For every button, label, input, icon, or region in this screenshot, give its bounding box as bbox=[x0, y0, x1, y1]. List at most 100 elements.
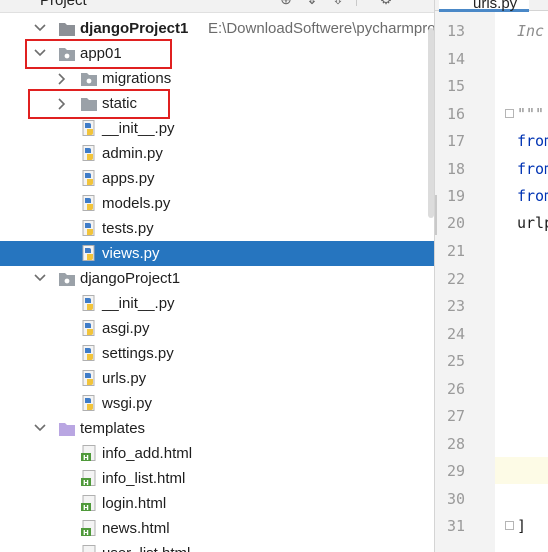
code-line: Inc bbox=[517, 22, 545, 40]
tree-row-file[interactable]: __init__.py bbox=[0, 291, 434, 316]
header-separator bbox=[356, 0, 357, 6]
line-number: 20 bbox=[446, 214, 465, 232]
tree-row-file[interactable]: urls.py bbox=[0, 366, 434, 391]
tree-row-file[interactable]: H user_list.html bbox=[0, 541, 434, 552]
line-number: 19 bbox=[446, 187, 465, 205]
tree-row-file[interactable]: asgi.py bbox=[0, 316, 434, 341]
tree-label: urls.py bbox=[102, 370, 147, 387]
tree-label: tests.py bbox=[102, 220, 154, 237]
project-path: E:\DownloadSoftwere\pycharmpro bbox=[208, 20, 434, 37]
line-number: 14 bbox=[446, 50, 465, 68]
tree-row-file[interactable]: admin.py bbox=[0, 141, 434, 166]
line-number: 28 bbox=[446, 435, 465, 453]
python-file-icon bbox=[80, 245, 98, 262]
python-file-icon bbox=[80, 120, 98, 137]
code-line: from bbox=[517, 160, 548, 178]
editor-scrollbar[interactable] bbox=[435, 195, 437, 235]
panel-title[interactable]: Project bbox=[40, 0, 87, 9]
python-file-icon bbox=[80, 295, 98, 312]
tree-row-file[interactable]: models.py bbox=[0, 191, 434, 216]
svg-text:H: H bbox=[83, 454, 89, 462]
tree-label: asgi.py bbox=[102, 320, 150, 337]
line-number: 31 bbox=[446, 517, 465, 535]
tree-label: admin.py bbox=[102, 145, 163, 162]
tree-row-file[interactable]: __init__.py bbox=[0, 116, 434, 141]
tree-label: info_add.html bbox=[102, 445, 193, 462]
line-number: 24 bbox=[446, 325, 465, 343]
project-panel: Project ⊕ ⇕ ⇳ ⚙ djangoProject1 E:\Downlo… bbox=[0, 0, 434, 552]
line-number: 18 bbox=[446, 160, 465, 178]
tree-label: views.py bbox=[102, 245, 160, 262]
line-number: 30 bbox=[446, 490, 465, 508]
tree-row-templates[interactable]: templates bbox=[0, 416, 434, 441]
tree-label: templates bbox=[80, 420, 146, 437]
svg-text:H: H bbox=[83, 504, 89, 512]
python-file-icon bbox=[80, 145, 98, 162]
tree-row-file[interactable]: tests.py bbox=[0, 216, 434, 241]
expand-icon[interactable]: ⇳ bbox=[330, 0, 346, 7]
tree-row-djangoproject1-package[interactable]: djangoProject1 bbox=[0, 266, 434, 291]
tree-row-migrations[interactable]: migrations bbox=[0, 66, 434, 91]
tree-label: __init__.py bbox=[102, 120, 175, 137]
tree-row-file[interactable]: apps.py bbox=[0, 166, 434, 191]
gear-icon[interactable]: ⚙ bbox=[378, 0, 394, 7]
python-file-icon bbox=[80, 170, 98, 187]
chevron-right-icon[interactable] bbox=[56, 66, 70, 91]
line-number: 16 bbox=[446, 105, 465, 123]
fold-marker-icon[interactable] bbox=[505, 109, 514, 118]
locate-icon[interactable]: ⊕ bbox=[278, 0, 294, 7]
highlight-box-app01 bbox=[25, 39, 172, 69]
chevron-down-icon[interactable] bbox=[33, 416, 47, 441]
editor-tab-label: urls.py bbox=[473, 0, 518, 12]
line-number: 25 bbox=[446, 352, 465, 370]
line-number: 27 bbox=[446, 407, 465, 425]
project-panel-header: Project ⊕ ⇕ ⇳ ⚙ bbox=[0, 0, 434, 13]
line-number: 17 bbox=[446, 132, 465, 150]
tree-row-file[interactable]: wsgi.py bbox=[0, 391, 434, 416]
html-file-icon: H bbox=[80, 520, 98, 537]
tree-row-file[interactable]: settings.py bbox=[0, 341, 434, 366]
collapse-all-icon[interactable]: ⇕ bbox=[304, 0, 320, 7]
tree-label: __init__.py bbox=[102, 295, 175, 312]
html-file-icon: H bbox=[80, 545, 98, 552]
line-number: 15 bbox=[446, 77, 465, 95]
tree-label: migrations bbox=[102, 70, 172, 87]
python-file-icon bbox=[80, 395, 98, 412]
html-file-icon: H bbox=[80, 495, 98, 512]
tree-label: djangoProject1 bbox=[80, 20, 189, 37]
tree-row-file[interactable]: H info_list.html bbox=[0, 466, 434, 491]
chevron-down-icon[interactable] bbox=[33, 16, 47, 41]
code-line: from bbox=[517, 132, 548, 150]
tree-row-file[interactable]: H info_add.html bbox=[0, 441, 434, 466]
code-editor[interactable]: urls.py 13 14 15 16 17 18 19 20 21 22 23… bbox=[434, 0, 548, 552]
editor-tab-urls[interactable]: urls.py bbox=[439, 0, 529, 12]
code-line: """ bbox=[517, 105, 545, 123]
html-file-icon: H bbox=[80, 470, 98, 487]
editor-tab-bar: urls.py bbox=[435, 0, 548, 12]
code-line: from bbox=[517, 187, 548, 205]
tree-label: user_list.html bbox=[102, 541, 190, 552]
line-number: 26 bbox=[446, 380, 465, 398]
templates-folder-icon bbox=[58, 420, 76, 437]
tree-row-file-selected[interactable]: views.py bbox=[0, 241, 434, 266]
line-number: 21 bbox=[446, 242, 465, 260]
tree-label: wsgi.py bbox=[102, 395, 153, 412]
tree-row-file[interactable]: H login.html bbox=[0, 491, 434, 516]
python-file-icon bbox=[80, 345, 98, 362]
tree-label: login.html bbox=[102, 495, 167, 512]
svg-text:H: H bbox=[83, 479, 89, 487]
svg-text:H: H bbox=[83, 529, 89, 537]
line-number: 23 bbox=[446, 297, 465, 315]
tree-row-file[interactable]: H news.html bbox=[0, 516, 434, 541]
package-folder-icon bbox=[80, 70, 98, 87]
tree-label: apps.py bbox=[102, 170, 155, 187]
chevron-down-icon[interactable] bbox=[33, 266, 47, 291]
fold-marker-icon[interactable] bbox=[505, 521, 514, 530]
python-file-icon bbox=[80, 220, 98, 237]
tree-label: info_list.html bbox=[102, 470, 186, 487]
tree-label: news.html bbox=[102, 520, 170, 537]
python-file-icon bbox=[80, 320, 98, 337]
tree-row-project-root[interactable]: djangoProject1 E:\DownloadSoftwere\pycha… bbox=[0, 16, 434, 41]
project-folder-icon bbox=[58, 20, 76, 37]
line-number: 29 bbox=[446, 462, 465, 480]
